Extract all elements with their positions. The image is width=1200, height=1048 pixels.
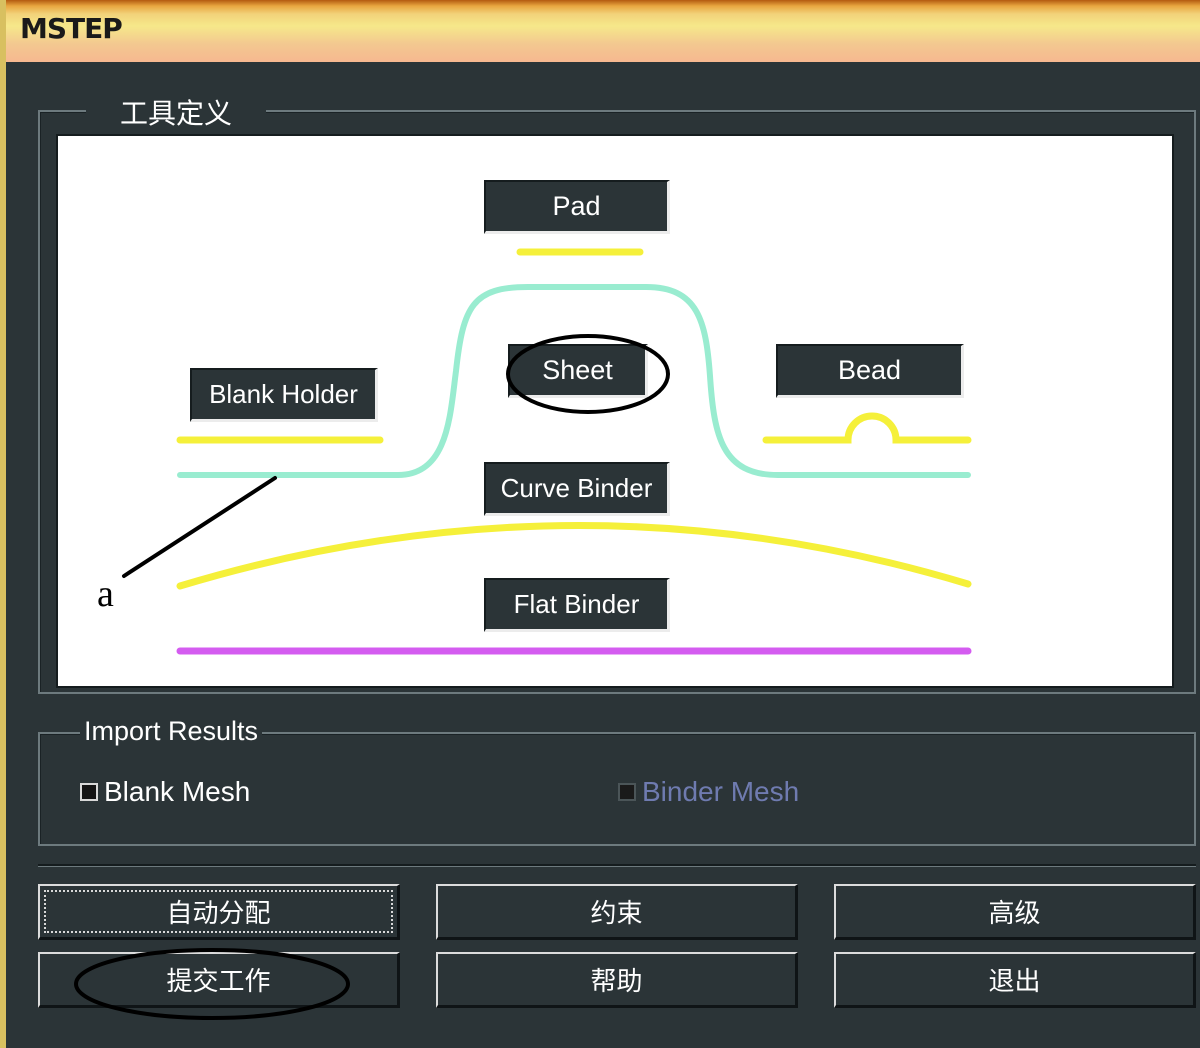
constraint-button[interactable]: 约束: [436, 884, 798, 940]
import-results-legend: Import Results: [80, 716, 263, 747]
binder-mesh-checkbox: [618, 783, 636, 801]
annotation-leader: [122, 476, 277, 578]
blank-holder-label[interactable]: Blank Holder: [190, 368, 378, 422]
bead-label[interactable]: Bead: [776, 344, 964, 398]
curve-binder-label[interactable]: Curve Binder: [484, 462, 670, 516]
mstep-window: MSTEP 工具定义 a Pad Sheet Blank Holder Bead…: [0, 0, 1200, 1048]
annotation-label: a: [97, 573, 114, 615]
separator: [38, 864, 1196, 867]
blank-mesh-checkbox[interactable]: [80, 783, 98, 801]
blank-mesh-label: Blank Mesh: [104, 776, 251, 807]
binder-mesh-label: Binder Mesh: [642, 776, 800, 807]
tool-definition-legend: 工具定义: [86, 92, 267, 132]
advanced-button[interactable]: 高级: [834, 884, 1196, 940]
exit-button[interactable]: 退出: [834, 952, 1196, 1008]
exit-button-label: 退出: [988, 967, 1041, 997]
auto-assign-button-label: 自动分配: [44, 890, 393, 933]
submit-job-button-label: 提交工作: [166, 967, 271, 997]
advanced-button-label: 高级: [988, 899, 1041, 929]
window-title: MSTEP: [20, 12, 123, 45]
help-button-label: 帮助: [590, 967, 643, 997]
flat-binder-label[interactable]: Flat Binder: [484, 578, 670, 632]
submit-job-button[interactable]: 提交工作: [38, 952, 400, 1008]
blank-mesh-option[interactable]: Blank Mesh: [80, 776, 250, 808]
curve-binder-line[interactable]: [176, 522, 972, 590]
help-button[interactable]: 帮助: [436, 952, 798, 1008]
sheet-label[interactable]: Sheet: [508, 344, 648, 398]
title-bar[interactable]: MSTEP: [6, 0, 1200, 62]
pad-label[interactable]: Pad: [484, 180, 670, 234]
tool-diagram-canvas: a Pad Sheet Blank Holder Bead Curve Bind…: [56, 134, 1174, 688]
binder-mesh-option: Binder Mesh: [618, 776, 799, 808]
bead-line[interactable]: [762, 412, 972, 444]
constraint-button-label: 约束: [590, 899, 643, 929]
auto-assign-button[interactable]: 自动分配: [38, 884, 400, 940]
